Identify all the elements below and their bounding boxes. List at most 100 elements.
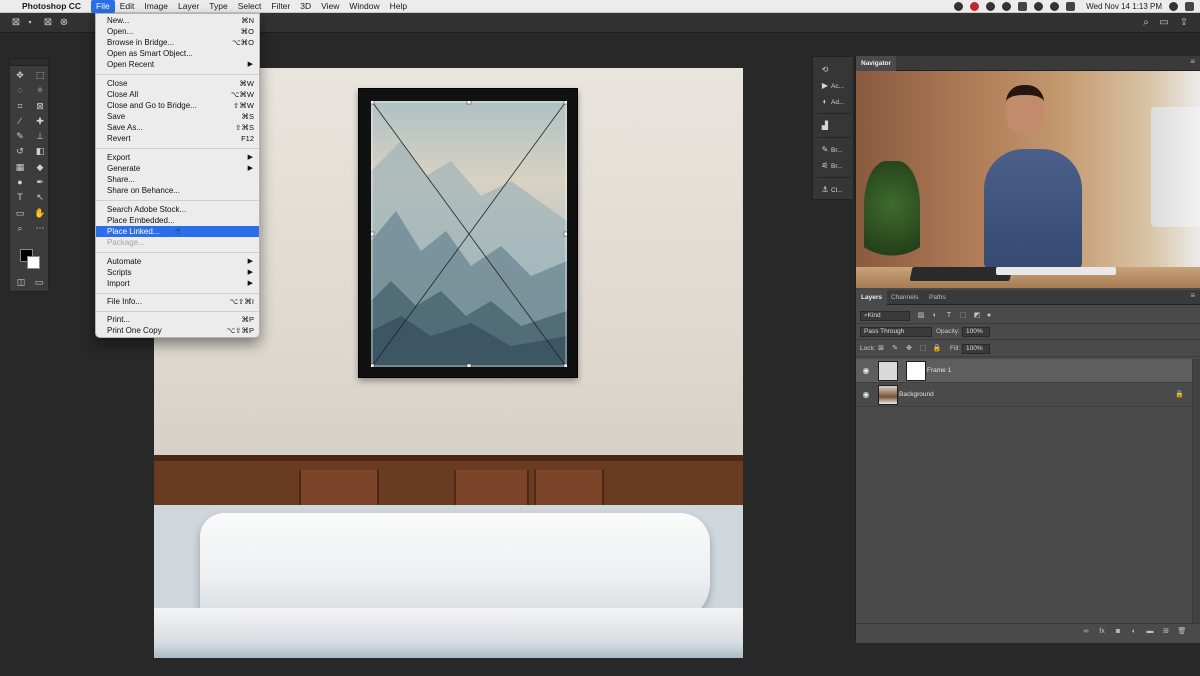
record-icon[interactable] [970,2,980,11]
histogram-panel-button[interactable]: ▟ [813,119,855,133]
actions-panel-button[interactable]: ▶ Ac... [813,79,855,93]
frame-tool-preset-icon[interactable]: ⊠ [10,17,22,29]
layer-filter-kind-select[interactable]: ⌕Kind [860,311,910,321]
blur-tool-icon[interactable]: ◆ [30,160,50,175]
frame-tool-icon[interactable]: ⊠ [30,99,50,114]
layers-scrollbar[interactable] [1192,359,1200,623]
filter-pixel-icon[interactable]: ▨ [916,311,926,321]
lock-position-icon[interactable]: ✥ [904,344,914,354]
tab-navigator[interactable]: Navigator [856,56,896,71]
menu-select[interactable]: Select [233,0,267,13]
lock-all-icon[interactable]: 🔒 [932,344,942,354]
panel-menu-icon[interactable]: ≡ [1190,57,1195,66]
menu-item-open-as-smart-object[interactable]: Open as Smart Object... [96,48,259,59]
tab-layers[interactable]: Layers [856,290,887,305]
menu-item-close-all[interactable]: Close All ⌥⌘W [96,89,259,100]
menu-item-share-on-behance[interactable]: Share on Behance... [96,185,259,196]
path-selection-tool-icon[interactable]: ↖ [30,190,50,205]
spotlight-search-icon[interactable] [1169,2,1178,11]
crop-tool-icon[interactable]: ⌗ [10,99,30,114]
menu-item-file-info[interactable]: File Info... ⌥⇧⌘I [96,296,259,307]
clone-source-panel-button[interactable]: ⚓ Cl... [813,183,855,197]
tab-channels[interactable]: Channels [886,290,923,305]
menu-item-print[interactable]: Print... ⌘P [96,314,259,325]
adjustment-layer-icon[interactable]: ◐ [1129,627,1139,637]
layer-row-frame-1[interactable]: ◉ Frame 1 [856,359,1192,383]
frame-placeholder[interactable] [371,101,567,367]
pen-tool-icon[interactable]: ✒ [30,175,50,190]
menu-item-save[interactable]: Save ⌘S [96,111,259,122]
filter-shape-icon[interactable]: ⬚ [958,311,968,321]
move-tool-icon[interactable]: ✥ [10,68,30,83]
menu-item-save-as[interactable]: Save As... ⇧⌘S [96,122,259,133]
navigator-preview[interactable] [856,71,1200,288]
menu-item-place-embedded[interactable]: Place Embedded... [96,215,259,226]
notification-center-icon[interactable] [1185,2,1194,11]
rectangle-tool-icon[interactable]: ▭ [10,206,30,221]
layer-style-fx-icon[interactable]: fx [1097,627,1107,637]
battery-icon[interactable] [1066,2,1076,11]
stamp-tool-icon[interactable]: ⊥ [30,129,50,144]
menu-item-open[interactable]: Open... ⌘O [96,26,259,37]
search-icon[interactable]: ⌕ [1140,17,1152,29]
wifi-icon[interactable] [1050,2,1060,11]
brushes-panel-button[interactable]: ✎ Br... [813,143,855,157]
menu-view[interactable]: View [316,0,344,13]
brush-settings-panel-button[interactable]: ⚟ Br... [813,159,855,173]
history-brush-tool-icon[interactable]: ↺ [10,144,30,159]
marquee-tool-icon[interactable]: ⬚ [30,68,50,83]
sync-icon[interactable] [1002,2,1012,11]
opacity-input[interactable]: 100% [962,327,990,337]
menu-file[interactable]: File [91,0,115,13]
adjustments-panel-button[interactable]: ◐ Ad... [813,95,855,109]
menu-edit[interactable]: Edit [115,0,140,13]
fill-input[interactable]: 100% [962,344,990,354]
menu-item-search-adobe-stock[interactable]: Search Adobe Stock... [96,204,259,215]
magic-wand-tool-icon[interactable]: ✧ [30,83,50,98]
workspace-icon[interactable]: ▭ [1158,17,1170,29]
tab-paths[interactable]: Paths [924,290,951,305]
type-tool-icon[interactable]: T [10,190,30,205]
menu-item-open-recent[interactable]: Open Recent ▶ [96,59,259,70]
chevron-down-icon[interactable]: ▾ [24,17,36,29]
background-color-swatch[interactable] [27,256,40,269]
rectangle-frame-icon[interactable]: ⊠ [42,17,54,29]
hand-tool-icon[interactable]: ✋ [30,206,50,221]
menu-help[interactable]: Help [385,0,412,13]
filter-toggle-icon[interactable]: ● [984,311,994,321]
blend-mode-select[interactable]: Pass Through [860,327,932,337]
clock[interactable]: Wed Nov 14 1:13 PM [1086,2,1162,11]
visibility-eye-icon[interactable]: ◉ [861,366,871,376]
panel-grip[interactable] [10,59,48,66]
more-tools-icon[interactable]: ⋯ [30,221,50,236]
picture-frame[interactable] [358,88,578,378]
menu-item-export[interactable]: Export ▶ [96,152,259,163]
dodge-tool-icon[interactable]: ● [10,175,30,190]
creative-cloud-icon[interactable] [954,2,964,11]
menu-item-automate[interactable]: Automate ▶ [96,256,259,267]
menu-item-browse-in-bridge[interactable]: Browse in Bridge... ⌥⌘O [96,37,259,48]
display-icon[interactable] [1018,2,1028,11]
filter-type-icon[interactable]: T [944,311,954,321]
gradient-tool-icon[interactable]: ▦ [10,160,30,175]
layer-row-background[interactable]: ◉ Background 🔒 [856,383,1192,407]
menu-item-close-and-go-to-bridge[interactable]: Close and Go to Bridge... ⇧⌘W [96,100,259,111]
menu-item-import[interactable]: Import ▶ [96,278,259,289]
menu-type[interactable]: Type [204,0,232,13]
menu-item-print-one-copy[interactable]: Print One Copy ⌥⇧⌘P [96,325,259,336]
menu-filter[interactable]: Filter [266,0,295,13]
lock-artboard-icon[interactable]: ⬚ [918,344,928,354]
menu-window[interactable]: Window [344,0,384,13]
healing-brush-tool-icon[interactable]: ✚ [30,114,50,129]
menu-layer[interactable]: Layer [173,0,204,13]
lock-image-icon[interactable]: ✎ [890,344,900,354]
eyedropper-tool-icon[interactable]: ⁄ [10,114,30,129]
new-layer-icon[interactable]: ⊞ [1161,627,1171,637]
filter-adjustment-icon[interactable]: ◐ [930,311,940,321]
lasso-tool-icon[interactable]: ◌ [10,83,30,98]
filter-smart-object-icon[interactable]: ◩ [972,311,982,321]
lock-transparent-icon[interactable]: ⊠ [876,344,886,354]
eye-tray-icon[interactable] [986,2,996,11]
brush-tool-icon[interactable]: ✎ [10,129,30,144]
quick-mask-icon[interactable]: ◫ [12,275,30,290]
